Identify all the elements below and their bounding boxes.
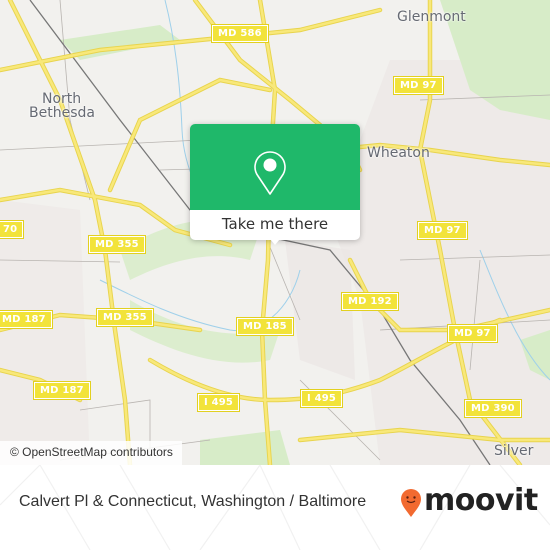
road-shield-md192: MD 192	[341, 292, 399, 311]
place-label-glenmont: Glenmont	[397, 9, 466, 25]
road-shield-md355: MD 355	[88, 235, 146, 254]
road-shield-md97: MD 97	[393, 76, 444, 95]
urban-area	[0, 200, 90, 465]
map[interactable]: North Bethesda Glenmont Wheaton Silver M…	[0, 0, 550, 465]
popup-header	[190, 124, 360, 210]
road-shield-70: 70	[0, 220, 25, 239]
popup-pointer	[266, 234, 284, 245]
road-shield-md97: MD 97	[417, 221, 468, 240]
road-shield-md390: MD 390	[464, 399, 522, 418]
moovit-logo[interactable]: moovit	[400, 483, 540, 525]
road-shield-md187: MD 187	[33, 381, 91, 400]
take-me-there-popup[interactable]: Take me there	[190, 124, 360, 245]
road-shield-i495: I 495	[299, 389, 344, 408]
road-shield-md97: MD 97	[447, 324, 498, 343]
moovit-wordmark: moovit	[424, 483, 538, 518]
road-shield-i495: I 495	[196, 393, 241, 412]
place-label-wheaton: Wheaton	[367, 145, 430, 161]
moovit-pin-icon	[401, 489, 421, 517]
footer: Calvert Pl & Connecticut, Washington / B…	[0, 465, 550, 550]
place-label-bethesda: Bethesda	[29, 105, 95, 121]
map-attribution[interactable]: © OpenStreetMap contributors	[0, 441, 182, 465]
road-shield-md355: MD 355	[96, 308, 154, 327]
park-area	[200, 430, 290, 465]
stop-title: Calvert Pl & Connecticut, Washington / B…	[19, 493, 367, 510]
road-shield-md187: MD 187	[0, 310, 53, 329]
road-shield-md586: MD 586	[211, 24, 269, 43]
map-pin-icon	[254, 151, 286, 195]
road-shield-md185: MD 185	[236, 317, 294, 336]
place-label-silver: Silver	[494, 443, 534, 459]
